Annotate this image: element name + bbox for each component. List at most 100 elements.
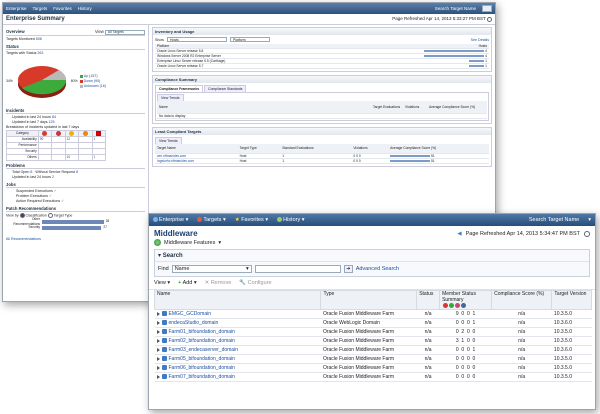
add-button[interactable]: + Add ▾ <box>178 280 197 286</box>
col-member-status[interactable]: Member Status Summary <box>439 290 493 310</box>
patch-bar[interactable] <box>42 225 102 230</box>
refresh-icon-2[interactable] <box>584 230 590 237</box>
nav-enterprise-2[interactable]: Enterprise ▾ <box>153 217 188 223</box>
inventory-heading: Inventory and Usage <box>155 29 195 34</box>
expand-icon[interactable] <box>156 338 160 343</box>
see-details-link[interactable]: See Details <box>471 38 489 42</box>
patch-bar[interactable] <box>42 219 104 224</box>
table-row[interactable]: logstorhv.nftmanidev.com Host 1 0 0 0 51 <box>155 158 489 165</box>
problems-without-value[interactable]: 8 <box>76 170 78 174</box>
target-type: Oracle Fusion Middleware Farm <box>320 309 417 319</box>
expand-icon[interactable] <box>156 365 160 370</box>
target-icon <box>197 217 203 223</box>
target-status: n/a <box>416 336 440 346</box>
target-name-link[interactable]: Farm06_bifoundation_domain <box>169 365 235 371</box>
down-icon <box>442 303 448 309</box>
search-go-button[interactable]: ➜ <box>343 265 353 273</box>
expand-icon[interactable] <box>156 356 160 361</box>
all-recommendations-link[interactable]: All Recommendations <box>6 237 145 242</box>
problems-total-value[interactable]: 8 <box>30 170 32 174</box>
domain-icon <box>161 374 167 380</box>
jobs-heading: Jobs <box>6 182 145 189</box>
table-row[interactable]: Farm05_bifoundation_domain Oracle Fusion … <box>154 354 592 364</box>
clock-icon <box>460 303 466 309</box>
nav-favorites-2[interactable]: ★ Favorites ▾ <box>235 217 268 223</box>
member-status: 9 0 0 1 <box>439 309 492 319</box>
member-status: 0 0 0 0 <box>439 372 492 382</box>
search-target-label[interactable]: Search Target Name <box>435 6 476 11</box>
expand-icon[interactable] <box>156 320 160 325</box>
nav-enterprise[interactable]: Enterprise <box>6 6 27 11</box>
problems-updated-value[interactable]: 2 <box>52 175 54 179</box>
expand-icon[interactable] <box>156 311 160 316</box>
search-input-2[interactable] <box>254 265 341 273</box>
status-pie-chart[interactable] <box>13 58 71 104</box>
expand-icon[interactable] <box>156 347 160 352</box>
target-name-link[interactable]: Farm07_bifoundation_domain <box>169 374 235 380</box>
incidents-breakdown-label: Breakdown of incidents updated in last 7… <box>6 125 80 129</box>
table-row[interactable]: Oracle Linux Server release 5.7 1 <box>155 63 489 70</box>
chevron-down-icon[interactable]: ▾ <box>218 240 221 246</box>
col-status[interactable]: Status <box>416 290 441 310</box>
table-row[interactable]: Farm07_bifoundation_domain Oracle Fusion … <box>154 372 592 382</box>
col-name[interactable]: Name <box>153 290 322 310</box>
legend-swatch-unknown <box>79 84 83 88</box>
col-type[interactable]: Type <box>320 290 418 310</box>
inventory-panel: Inventory and Usage Show Hosts Platform … <box>152 27 492 73</box>
table-row[interactable]: endecaStudio_domain Oracle WebLogic Domai… <box>154 318 592 328</box>
incidents-7d-value[interactable]: 125 <box>49 120 55 124</box>
nav-history[interactable]: History <box>78 6 92 11</box>
view-trends-button-2[interactable]: View Trends <box>155 136 182 144</box>
radio-target-type[interactable] <box>48 213 54 219</box>
col-target-version[interactable]: Target Version <box>551 290 592 310</box>
view-menu[interactable]: View ▾ <box>154 280 170 286</box>
search-target-label-2[interactable]: Search Target Name <box>529 217 579 223</box>
table-row[interactable]: Farm03_endecaserver_domain Oracle Fusion … <box>154 345 592 355</box>
target-name-link[interactable]: endecaStudio_domain <box>169 320 219 326</box>
target-name-link[interactable]: Farm05_bifoundation_domain <box>169 356 235 362</box>
collapse-icon[interactable]: ▾ <box>158 253 161 259</box>
show-select[interactable]: Hosts <box>167 37 227 42</box>
middleware-features-menu[interactable]: Middleware Features <box>164 240 215 246</box>
incidents-24h-value[interactable]: 84 <box>52 115 56 119</box>
col-compliance-score[interactable]: Compliance Score (%) <box>491 290 553 310</box>
group-by-select[interactable]: Platform <box>230 37 270 42</box>
configure-button[interactable]: 🔧 Configure <box>239 280 271 286</box>
target-name-link[interactable]: EMGC_GCDomain <box>169 311 212 317</box>
nav-history-2[interactable]: History ▾ <box>277 217 305 223</box>
view-trends-button[interactable]: View Trends <box>157 94 184 102</box>
target-name-link[interactable]: Farm03_endecaserver_domain <box>169 347 238 353</box>
search-input[interactable] <box>482 5 492 12</box>
table-row[interactable]: Farm06_bifoundation_domain Oracle Fusion … <box>154 363 592 373</box>
status-heading: Status <box>6 44 145 50</box>
critical-icon <box>55 131 61 136</box>
least-compliant-table: Target Name Target Type Standard Evaluatio… <box>155 143 489 165</box>
expand-icon[interactable] <box>156 374 160 379</box>
target-type: Oracle Fusion Middleware Farm <box>320 363 417 373</box>
target-name-link[interactable]: Farm01_bifoundation_domain <box>169 329 235 335</box>
advanced-search-link[interactable]: Advanced Search <box>356 266 399 272</box>
expand-icon[interactable] <box>156 329 160 334</box>
find-field-select[interactable]: Name ▾ <box>171 265 252 273</box>
nav-favorites[interactable]: Favorites <box>53 6 72 11</box>
nav-targets[interactable]: Targets <box>33 6 48 11</box>
nav-targets-2[interactable]: Targets ▾ <box>197 217 226 223</box>
pie-legend: Up (157) Down (90) Unknown (16) <box>79 74 106 89</box>
back-arrow-icon[interactable]: ◀ <box>457 231 461 237</box>
view-select[interactable]: All Targets <box>105 30 145 35</box>
remove-button[interactable]: ✕ Remove <box>205 280 232 286</box>
target-version: 10.3.5.0 <box>551 336 592 346</box>
incidents-24h-label: Updated in last 24 hours <box>12 115 51 119</box>
target-evaluations-header: Target Evaluations <box>371 101 403 114</box>
refresh-icon[interactable] <box>487 16 492 22</box>
tab-compliance-standards[interactable]: Compliance Standards <box>204 85 247 93</box>
legend-unknown[interactable]: Unknown (16) <box>84 84 106 89</box>
target-name-link[interactable]: Farm02_bifoundation_domain <box>169 338 235 344</box>
tab-compliance-frameworks[interactable]: Compliance Frameworks <box>155 85 204 93</box>
table-row[interactable]: Farm01_bifoundation_domain Oracle Fusion … <box>154 327 592 337</box>
table-row[interactable]: Farm02_bifoundation_domain Oracle Fusion … <box>154 336 592 346</box>
targets-monitored-value[interactable]: 508 <box>36 37 42 41</box>
table-row[interactable]: EMGC_GCDomain Oracle Fusion Middleware Fa… <box>154 309 592 319</box>
chevron-down-icon[interactable]: ▾ <box>588 217 591 223</box>
targets-with-status-value[interactable]: 263 <box>37 51 43 55</box>
